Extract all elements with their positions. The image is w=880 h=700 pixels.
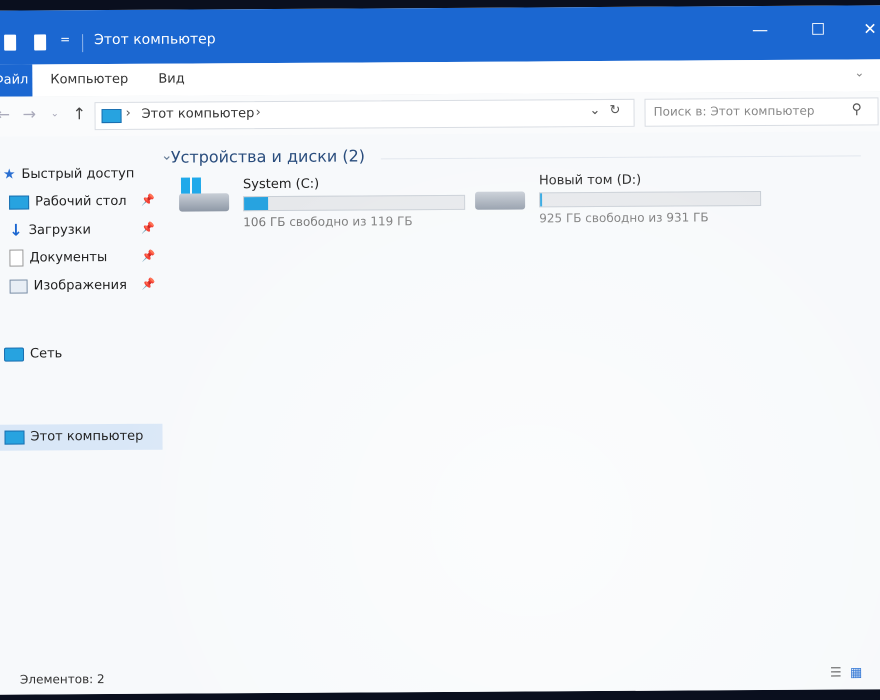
- document-icon: [9, 249, 24, 267]
- back-button[interactable]: ←: [0, 105, 10, 124]
- minimize-button[interactable]: —: [740, 20, 780, 39]
- drive-usage-fill: [540, 193, 543, 207]
- drive-free-space: 106 ГБ свободно из 119 ГБ: [243, 214, 413, 230]
- forward-button[interactable]: →: [22, 104, 36, 123]
- drive-usage-bar: [243, 194, 466, 212]
- computer-icon: [4, 430, 25, 445]
- sidebar-item-label: Изображения: [33, 277, 127, 294]
- details-view-icon[interactable]: ☰: [830, 666, 842, 681]
- computer-icon: [101, 108, 122, 124]
- pin-icon[interactable]: 📌: [141, 250, 155, 263]
- sidebar-item-pictures[interactable]: Изображения: [9, 274, 127, 299]
- desktop-icon: [9, 195, 30, 210]
- chevron-down-icon[interactable]: ⌄: [589, 103, 600, 118]
- close-button[interactable]: ✕: [850, 19, 880, 38]
- drive-usage-fill: [244, 197, 269, 211]
- search-input[interactable]: Поиск в: Этот компьютер: [654, 104, 815, 119]
- main-content: ⌄ Устройства и диски (2) System (C:) 106…: [161, 131, 880, 675]
- sidebar-item-quick-access[interactable]: ★ Быстрый доступ: [3, 162, 135, 187]
- pin-icon[interactable]: 📌: [141, 194, 155, 207]
- item-count: Элементов: 2: [19, 672, 105, 687]
- sidebar-item-label: Этот компьютер: [30, 428, 144, 445]
- recent-locations-icon[interactable]: ⌄: [51, 108, 59, 119]
- large-icons-view-icon[interactable]: ▦: [850, 665, 862, 680]
- drive-name: System (C:): [242, 176, 320, 193]
- sidebar-item-label: Рабочий стол: [35, 193, 127, 210]
- separator: [82, 34, 84, 53]
- sidebar-item-label: Быстрый доступ: [21, 166, 135, 183]
- search-box[interactable]: Поиск в: Этот компьютер ⚲: [644, 97, 879, 127]
- up-button[interactable]: ↑: [72, 104, 86, 123]
- drive-usage-bar: [539, 191, 762, 208]
- sidebar-item-downloads[interactable]: ↓ Загрузки: [9, 218, 91, 242]
- maximize-button[interactable]: ☐: [798, 20, 838, 39]
- download-icon: ↓: [9, 220, 23, 240]
- refresh-icon[interactable]: ↻: [609, 103, 620, 118]
- windows-logo-icon: [180, 177, 202, 194]
- breadcrumb-this-pc[interactable]: Этот компьютер: [142, 106, 255, 122]
- pictures-icon: [9, 279, 28, 294]
- drive-icon: [475, 191, 526, 210]
- tab-file[interactable]: Файл: [0, 64, 33, 97]
- search-icon[interactable]: ⚲: [851, 101, 861, 117]
- drive-name: Новый том (D:): [538, 172, 642, 189]
- group-header-devices[interactable]: Устройства и диски (2): [171, 146, 365, 166]
- ribbon-expand-icon[interactable]: ⌄: [854, 65, 864, 79]
- network-icon: [3, 347, 25, 362]
- pin-icon[interactable]: 📌: [142, 278, 156, 291]
- drive-item-d[interactable]: Новый том (D:) 925 ГБ свободно из 931 ГБ: [473, 172, 762, 234]
- sidebar-item-label: Сеть: [29, 346, 63, 362]
- tab-computer[interactable]: Компьютер: [50, 72, 128, 87]
- windows-drive-icon: [179, 193, 230, 212]
- sidebar-item-this-pc[interactable]: Этот компьютер: [4, 425, 143, 450]
- address-bar[interactable]: › Этот компьютер › ⌄ ↻: [94, 98, 635, 131]
- group-divider: [380, 155, 861, 160]
- navigation-bar: ← → ⌄ ↑ › Этот компьютер › ⌄ ↻ Поиск в: …: [0, 91, 880, 137]
- file-explorer-window: = Этот компьютер — ☐ ✕ Файл Компьютер Ви…: [0, 5, 880, 695]
- sidebar-item-label: Загрузки: [28, 222, 92, 239]
- properties-icon[interactable]: [4, 34, 17, 51]
- drive-item-c[interactable]: System (C:) 106 ГБ свободно из 119 ГБ: [177, 176, 466, 238]
- drive-free-space: 925 ГБ свободно из 931 ГБ: [539, 210, 709, 226]
- status-bar: Элементов: 2 ☰ ▦: [0, 661, 880, 695]
- tab-view[interactable]: Вид: [158, 72, 184, 87]
- chevron-right-icon[interactable]: ›: [256, 105, 261, 120]
- quick-access-dropdown-icon[interactable]: =: [60, 32, 70, 46]
- sidebar-item-desktop[interactable]: Рабочий стол: [9, 190, 127, 215]
- sidebar-item-documents[interactable]: Документы: [9, 246, 107, 271]
- title-bar[interactable]: = Этот компьютер — ☐ ✕: [0, 5, 880, 65]
- new-folder-icon[interactable]: [34, 34, 47, 51]
- window-title: Этот компьютер: [94, 31, 216, 49]
- star-icon: ★: [2, 166, 16, 183]
- navigation-pane: ★ Быстрый доступ Рабочий стол 📌 ↓ Загрузки…: [0, 136, 164, 677]
- chevron-right-icon[interactable]: ›: [126, 106, 131, 121]
- sidebar-item-label: Документы: [29, 250, 108, 266]
- pin-icon[interactable]: 📌: [141, 222, 155, 235]
- sidebar-item-network[interactable]: Сеть: [3, 342, 63, 366]
